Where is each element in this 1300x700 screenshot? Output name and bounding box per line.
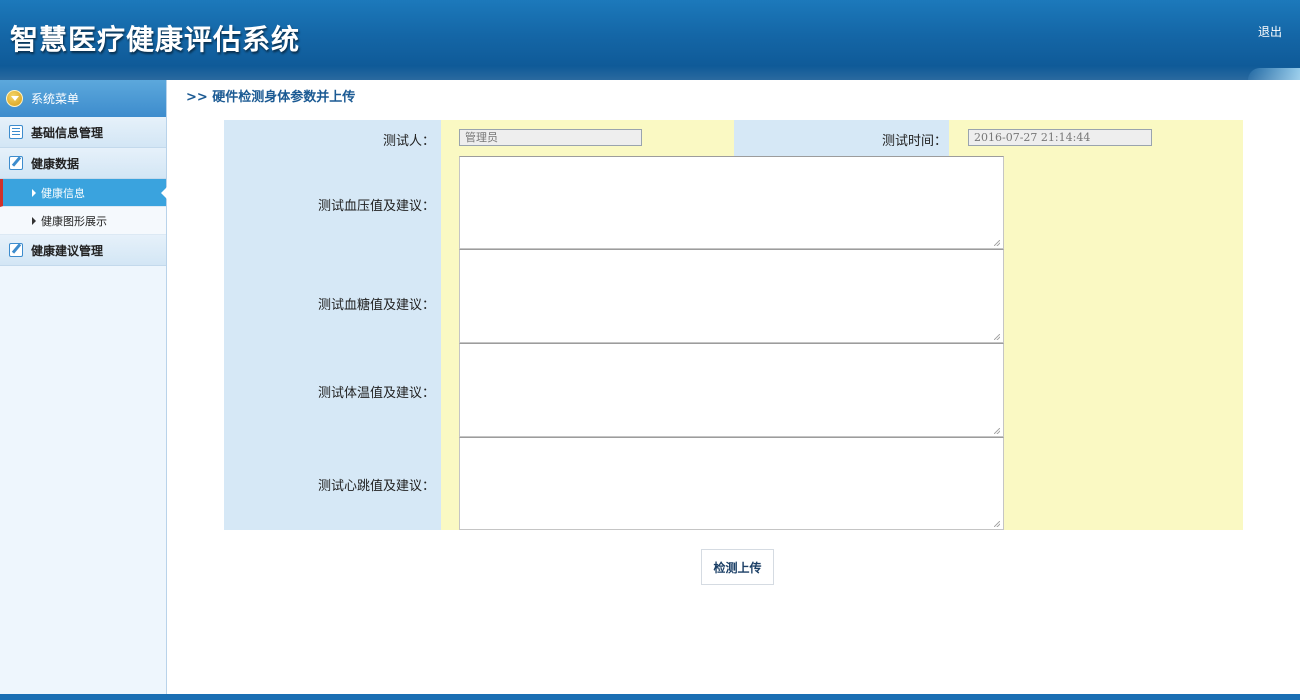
sidebar-group-label: 健康建议管理 — [31, 243, 104, 258]
sidebar-item-health-info[interactable]: 健康信息 — [0, 179, 167, 207]
list-icon — [9, 125, 23, 139]
sidebar-group-label: 健康数据 — [31, 156, 80, 171]
sidebar-item-label: 健康信息 — [41, 186, 85, 200]
caret-right-icon — [32, 188, 36, 197]
sidebar-group-basic-info[interactable]: 基础信息管理 — [0, 117, 166, 148]
resize-grip-icon[interactable] — [994, 521, 1000, 527]
sidebar-item-health-chart[interactable]: 健康图形展示 — [0, 207, 166, 235]
detect-upload-button[interactable]: 检测上传 — [701, 549, 774, 585]
app-header: 智慧医疗健康评估系统 退出 — [0, 0, 1300, 80]
tester-label: 测试人： — [382, 134, 435, 149]
logout-link[interactable]: 退出 — [1258, 23, 1282, 40]
header-glow-decoration — [1248, 68, 1300, 80]
blood-pressure-textarea[interactable] — [459, 156, 1004, 249]
sidebar-group-health-advice[interactable]: 健康建议管理 — [0, 235, 166, 266]
chevron-down-circle-icon — [6, 90, 23, 107]
caret-right-icon — [32, 216, 36, 225]
sidebar-menu-header[interactable]: 系统菜单 — [0, 80, 166, 117]
sidebar-item-label: 健康图形展示 — [41, 214, 107, 228]
sidebar-group-health-data[interactable]: 健康数据 — [0, 148, 166, 179]
app-title: 智慧医疗健康评估系统 — [10, 23, 301, 56]
blood-pressure-label: 测试血压值及建议： — [317, 199, 435, 214]
resize-grip-icon[interactable] — [994, 428, 1000, 434]
blood-sugar-textarea[interactable] — [459, 249, 1004, 343]
edit-icon — [9, 156, 23, 170]
blood-sugar-label: 测试血糖值及建议： — [317, 298, 435, 313]
resize-grip-icon[interactable] — [994, 334, 1000, 340]
tester-input[interactable]: 管理员 — [459, 129, 642, 146]
temperature-textarea[interactable] — [459, 343, 1004, 437]
edit-icon — [9, 243, 23, 257]
footer-bar — [0, 694, 1300, 700]
label-column — [224, 120, 441, 530]
breadcrumb: >> 硬件检测身体参数并上传 — [186, 90, 356, 105]
heartbeat-textarea[interactable] — [459, 437, 1004, 530]
test-time-input[interactable]: 2016-07-27 21:14:44 — [968, 129, 1152, 146]
resize-grip-icon[interactable] — [994, 240, 1000, 246]
test-time-label: 测试时间： — [881, 134, 947, 149]
sidebar-group-label: 基础信息管理 — [31, 125, 104, 140]
sidebar: 系统菜单 基础信息管理 健康数据 健康信息 健康图形展示 健康建议管理 — [0, 80, 167, 694]
temperature-label: 测试体温值及建议： — [317, 386, 435, 401]
health-form: 测试人： 管理员 测试时间： 2016-07-27 21:14:44 测试血压值… — [224, 120, 1243, 530]
sidebar-menu-title: 系统菜单 — [31, 92, 80, 106]
heartbeat-label: 测试心跳值及建议： — [317, 479, 435, 494]
